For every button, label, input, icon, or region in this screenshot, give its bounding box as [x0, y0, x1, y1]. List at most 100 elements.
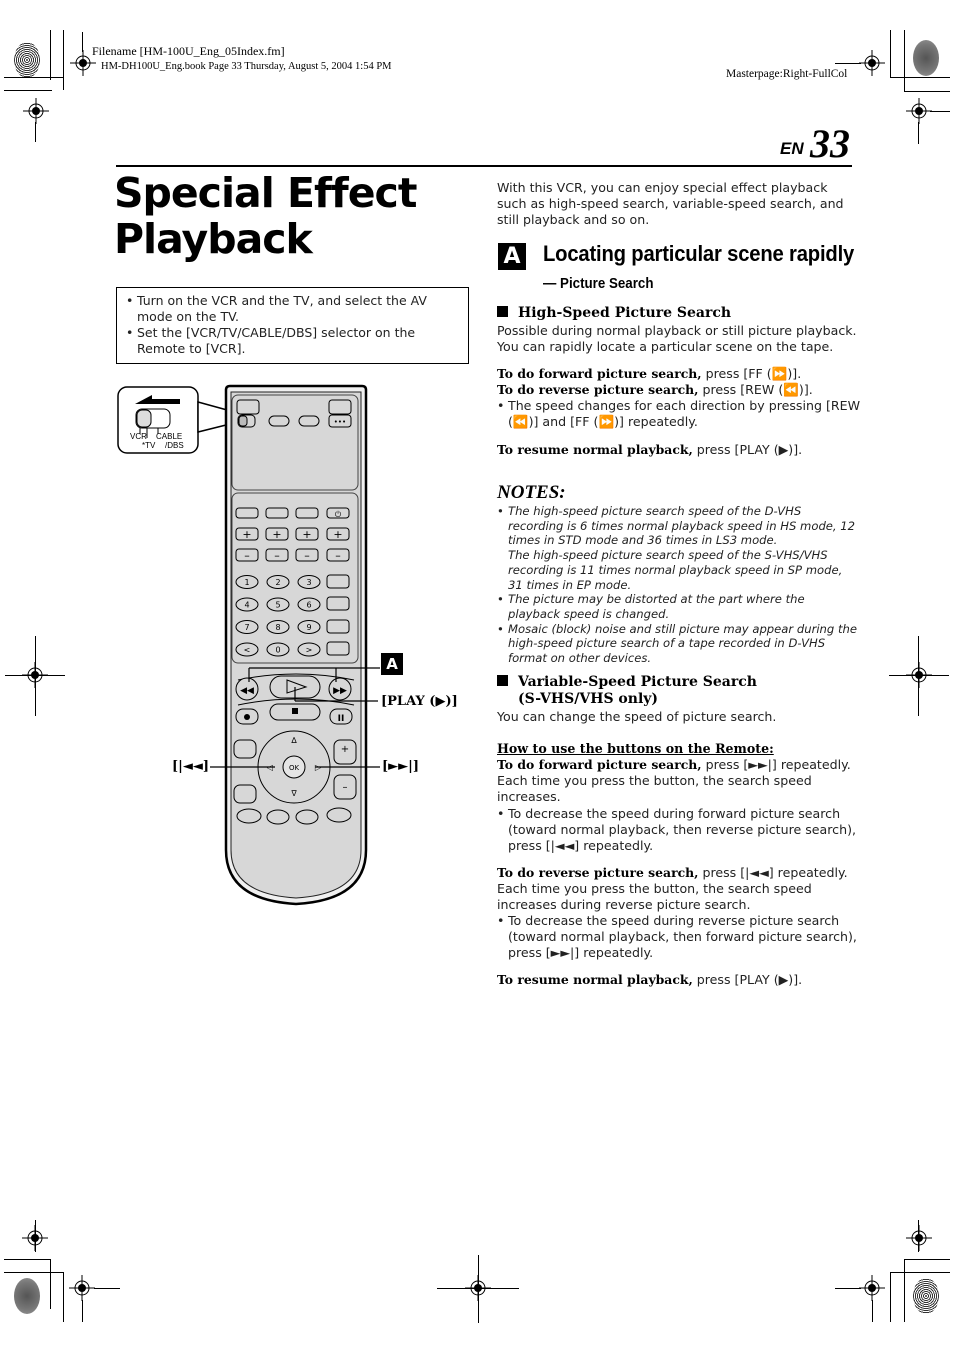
rewind-icon: ◀◀ — [240, 686, 254, 696]
registration-mark-icon — [906, 1225, 932, 1251]
up-arrow-icon: ∆ — [290, 736, 297, 745]
number-key-label: 4 — [244, 601, 249, 610]
svg-text:+: + — [333, 528, 342, 541]
high-speed-description: Possible during normal playback or still… — [497, 323, 857, 355]
selector-inset: VCR CABLE *TV /DBS — [117, 386, 239, 454]
crop-mark — [50, 1259, 51, 1309]
page-number: 33 — [810, 121, 850, 166]
crop-mark — [918, 1220, 919, 1252]
high-speed-heading: High-Speed Picture Search — [497, 305, 857, 322]
prerequisite-item: Turn on the VCR and the TV, and select t… — [126, 293, 460, 325]
crop-mark — [4, 1259, 50, 1260]
variable-speed-description: You can change the speed of picture sear… — [497, 709, 777, 724]
crop-mark — [872, 1300, 873, 1322]
crop-mark — [5, 675, 65, 676]
variable-resume: To resume normal playback, press [PLAY (… — [497, 972, 857, 988]
registration-mark-icon — [859, 1275, 885, 1301]
crop-mark — [478, 1255, 479, 1323]
callout-skip-forward: [►►|] — [382, 759, 420, 774]
registration-mark-icon — [906, 98, 932, 124]
number-key-label: 1 — [244, 578, 249, 587]
high-speed-bullet: The speed changes for each direction by … — [497, 398, 868, 430]
registration-mark-icon — [23, 98, 49, 124]
crop-mark — [904, 1259, 905, 1322]
square-bullet-icon — [497, 675, 508, 686]
page-title-line1: Special Effect — [114, 169, 417, 217]
high-speed-reverse: To do reverse picture search, press [REW… — [497, 382, 857, 398]
number-key-label: 2 — [275, 578, 280, 587]
color-target-icon — [913, 1278, 939, 1314]
number-key-label: > — [306, 646, 313, 655]
power-icon: ⏻ — [335, 510, 342, 519]
crop-mark — [4, 1272, 64, 1273]
color-target-icon — [14, 42, 40, 78]
crop-mark — [35, 636, 36, 716]
high-speed-reverse-text: press [REW (⏪)]. — [698, 382, 813, 397]
page-title-line2: Playback — [114, 215, 313, 263]
number-key-label: 9 — [306, 623, 311, 632]
intro-paragraph: With this VCR, you can enjoy special eff… — [497, 180, 844, 228]
crop-mark — [835, 1288, 861, 1289]
high-speed-forward: To do forward picture search, press [FF … — [497, 366, 857, 382]
page-title: Special Effect Playback — [114, 170, 474, 262]
svg-text:–: – — [343, 782, 348, 793]
crop-mark — [904, 1259, 950, 1260]
high-speed-reverse-label: To do reverse picture search, — [497, 382, 699, 397]
svg-text:–: – — [274, 549, 280, 562]
crop-mark — [890, 1272, 950, 1273]
note-item: Mosaic (block) noise and still picture m… — [497, 622, 857, 666]
note-item: The picture may be distorted at the part… — [497, 592, 857, 621]
number-key-label: 8 — [275, 623, 280, 632]
high-speed-resume: To resume normal playback, press [PLAY (… — [497, 442, 857, 458]
registration-mark-icon — [69, 1275, 95, 1301]
variable-reverse-label: To do reverse picture search, — [497, 865, 699, 880]
crop-mark — [82, 1300, 83, 1322]
number-key-label: 0 — [275, 646, 280, 655]
howto-heading-text: How to use the buttons on the Remote: — [497, 741, 774, 756]
crop-mark — [890, 1272, 891, 1322]
crop-mark — [930, 111, 950, 112]
crop-mark — [94, 1288, 120, 1289]
crop-mark — [918, 122, 919, 144]
masterpage-label: Masterpage:Right-FullCol — [726, 68, 848, 80]
header-rule — [116, 165, 852, 167]
crop-mark — [904, 91, 950, 92]
fast-forward-icon: ▶▶ — [333, 686, 347, 696]
variable-speed-heading: Variable-Speed Picture Search (S-VHS/VHS… — [497, 674, 857, 708]
callout-play: [PLAY (▶)] — [381, 694, 458, 709]
crop-mark — [904, 30, 905, 92]
section-a-subtitle: — Picture Search — [543, 276, 654, 292]
crop-mark — [35, 1220, 36, 1252]
down-arrow-icon: ∇ — [290, 789, 297, 798]
variable-forward: To do forward picture search, press [►►|… — [497, 757, 857, 806]
high-speed-forward-text: press [FF (⏩)]. — [701, 366, 802, 381]
notes-list: The high-speed picture search speed of t… — [497, 504, 857, 666]
svg-text:+: + — [341, 744, 349, 755]
crop-mark — [63, 1272, 64, 1322]
howto-heading: How to use the buttons on the Remote: — [497, 741, 857, 757]
crop-mark — [4, 90, 52, 91]
high-speed-heading-text: High-Speed Picture Search — [518, 305, 732, 321]
number-key-label: < — [244, 646, 251, 655]
number-key-label: 7 — [244, 623, 249, 632]
variable-forward-bullet: To decrease the speed during forward pic… — [497, 806, 868, 855]
notes-heading: NOTES: — [497, 482, 566, 503]
square-bullet-icon — [497, 306, 508, 317]
svg-text:–: – — [304, 549, 310, 562]
variable-resume-label: To resume normal playback, — [497, 972, 693, 987]
note-item: The high-speed picture search speed of t… — [497, 504, 857, 548]
variable-forward-label: To do forward picture search, — [497, 757, 702, 772]
svg-text:+: + — [242, 528, 251, 541]
remote-illustration: VCR CABLE *TV /DBS ••• + + + + – – – – ⏻ 1 2 3 4 5… — [117, 384, 380, 906]
prerequisites-box: Turn on the VCR and the TV, and select t… — [116, 287, 469, 364]
crop-mark — [889, 675, 949, 676]
crop-mark — [50, 30, 51, 80]
crop-mark — [890, 77, 950, 78]
selector-tv-label: *TV — [142, 441, 156, 450]
svg-text:–: – — [244, 549, 250, 562]
crop-mark — [63, 30, 64, 90]
crop-mark — [918, 636, 919, 716]
svg-text:–: – — [335, 549, 341, 562]
record-icon — [244, 714, 250, 720]
color-target-icon — [913, 40, 939, 76]
